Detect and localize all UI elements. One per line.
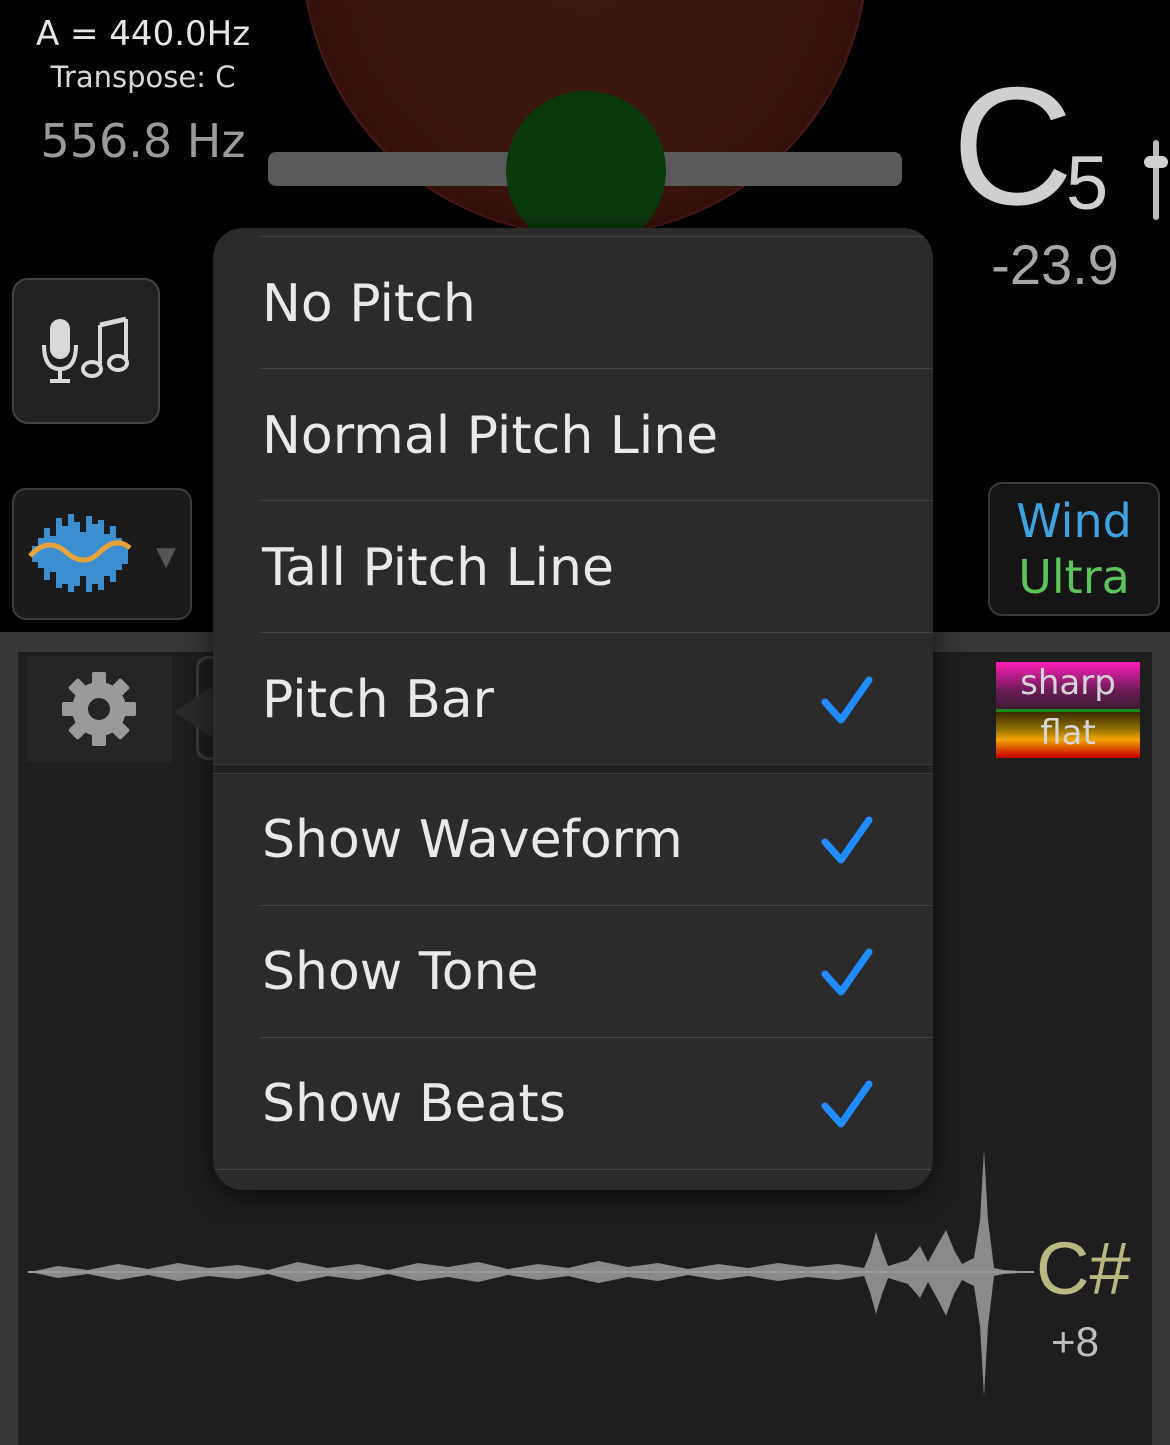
chevron-down-icon: ▼ — [156, 542, 176, 572]
tuning-dial-center — [506, 91, 666, 251]
menu-item-label: Tall Pitch Line — [262, 538, 614, 598]
mic-music-toggle-button[interactable] — [12, 278, 160, 424]
menu-item-label: Pitch Bar — [262, 670, 495, 730]
waveform-icon — [28, 514, 132, 592]
menu-item-label: Show Tone — [262, 942, 539, 1002]
menu-item-tall-pitch-line[interactable]: Tall Pitch Line — [213, 502, 933, 634]
checkmark-icon — [821, 948, 873, 996]
menu-item-normal-pitch-line[interactable]: Normal Pitch Line — [213, 370, 933, 502]
reference-pitch[interactable]: A = 440.0Hz — [0, 14, 286, 54]
menu-item-pitch-bar[interactable]: Pitch Bar — [213, 634, 933, 766]
menu-item-show-tone[interactable]: Show Tone — [213, 906, 933, 1038]
note-octave: 5 — [1066, 141, 1109, 226]
detected-note-cents: +8 — [1051, 1318, 1099, 1365]
cents-offset: -23.9 — [991, 233, 1119, 296]
legend-flat: flat — [996, 712, 1140, 758]
gear-icon — [62, 672, 136, 746]
menu-item-label: Normal Pitch Line — [262, 406, 719, 466]
menu-divider — [213, 1169, 933, 1170]
instrument-mode: Ultra — [1018, 550, 1130, 604]
instrument-mode-button[interactable]: Wind Ultra — [988, 482, 1160, 616]
note-name: C — [952, 52, 1074, 240]
menu-divider — [261, 368, 933, 369]
display-options-menu: No Pitch Normal Pitch Line Tall Pitch Li… — [213, 228, 933, 1190]
instrument-name: Wind — [1016, 494, 1132, 548]
side-slider-icon[interactable] — [1142, 140, 1170, 220]
sharp-flat-legend: sharp flat — [996, 662, 1140, 758]
microphone-icon — [42, 316, 129, 383]
detected-note: C# — [1036, 1227, 1131, 1310]
menu-group-separator — [213, 764, 933, 774]
settings-button[interactable] — [26, 656, 172, 762]
menu-item-no-pitch[interactable]: No Pitch — [213, 238, 933, 370]
menu-item-label: Show Waveform — [262, 810, 683, 870]
menu-item-show-waveform[interactable]: Show Waveform — [213, 774, 933, 906]
display-mode-dropdown[interactable]: ▼ — [12, 488, 192, 620]
checkmark-icon — [821, 1080, 873, 1128]
legend-sharp: sharp — [996, 662, 1140, 710]
detected-frequency: 556.8 Hz — [40, 114, 246, 168]
checkmark-icon — [821, 816, 873, 864]
checkmark-icon — [821, 676, 873, 724]
music-note-icon — [81, 316, 129, 378]
menu-item-label: Show Beats — [262, 1074, 566, 1134]
menu-divider — [261, 236, 933, 237]
transpose-label[interactable]: Transpose: C — [0, 60, 286, 94]
popover-arrow — [174, 686, 214, 738]
menu-divider — [261, 500, 933, 501]
menu-item-label: No Pitch — [262, 274, 476, 334]
menu-item-show-beats[interactable]: Show Beats — [213, 1038, 933, 1170]
menu-divider — [261, 632, 933, 633]
